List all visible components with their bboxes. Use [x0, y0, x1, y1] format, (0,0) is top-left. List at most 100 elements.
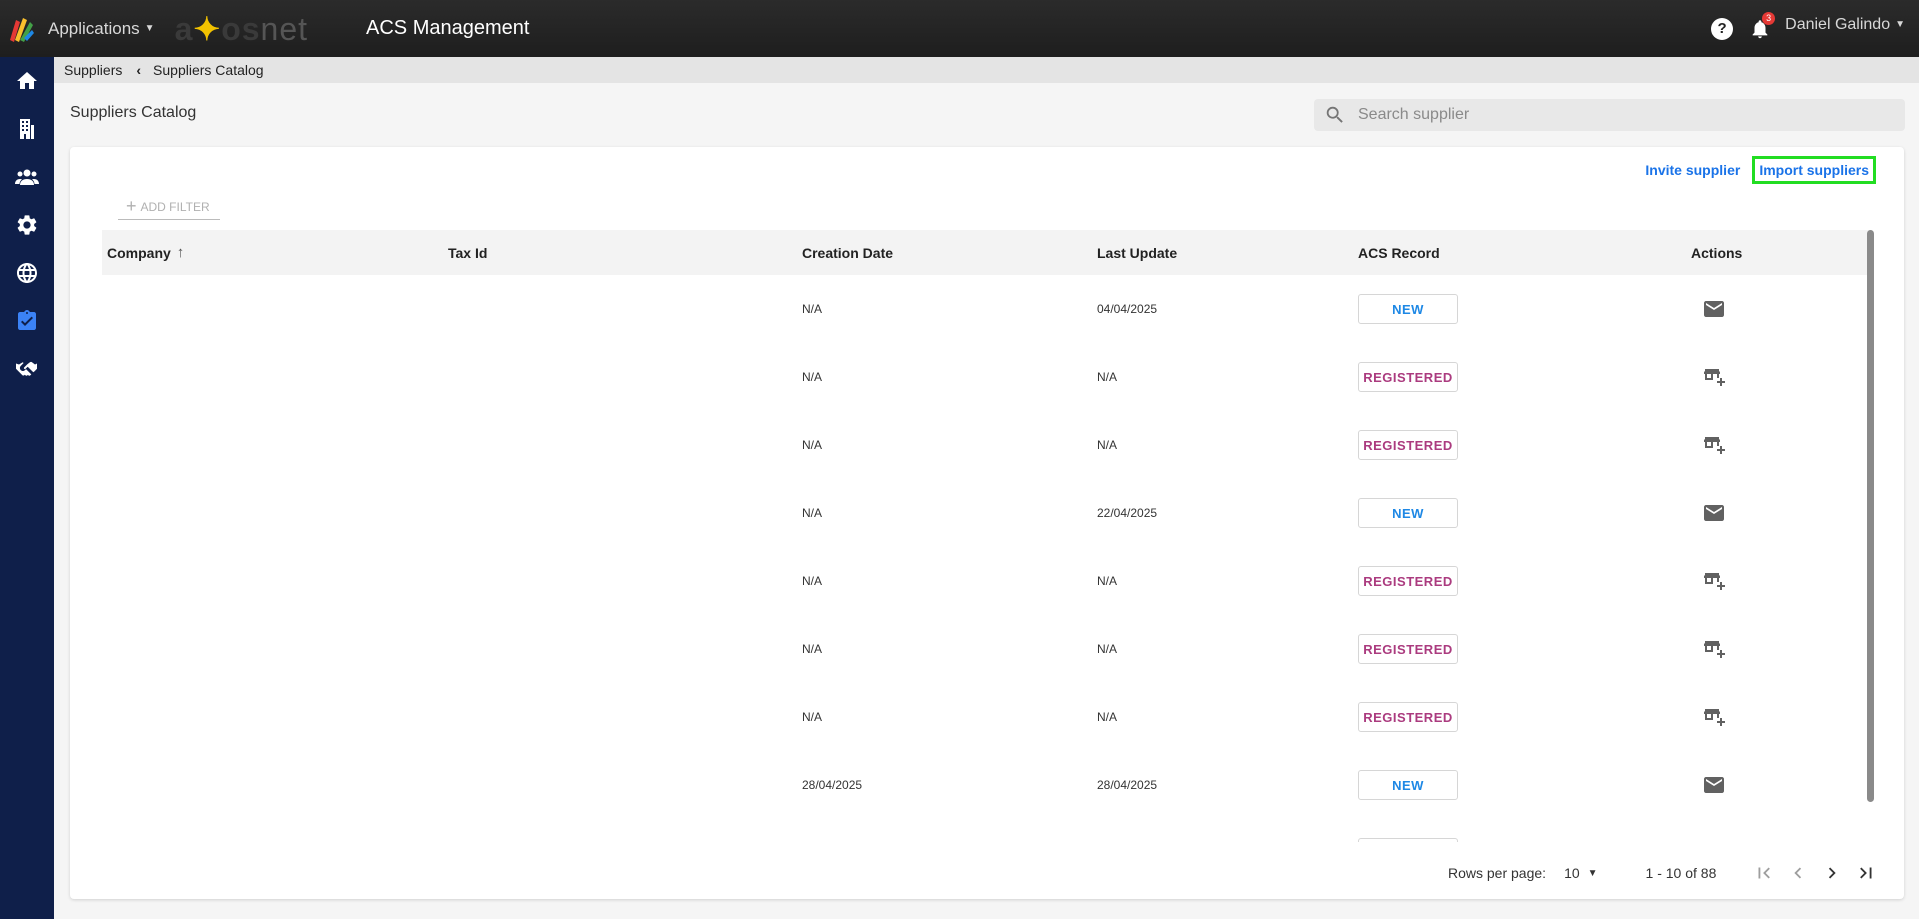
search-input[interactable]	[1358, 106, 1878, 124]
row-action-button[interactable]	[1702, 411, 1726, 479]
add-filter-button[interactable]: + ADD FILTER	[118, 194, 220, 220]
column-tax-id[interactable]: Tax Id	[448, 245, 487, 261]
import-suppliers-button[interactable]: Import suppliers	[1752, 156, 1876, 184]
app-logo-icon[interactable]	[6, 14, 36, 44]
previous-page-button[interactable]	[1786, 861, 1810, 885]
cell-creation-date: 12/12/2024	[802, 819, 862, 842]
sidebar-item-users[interactable]	[0, 153, 54, 201]
cell-last-update: 28/04/2025	[1097, 778, 1158, 792]
cell-creation-date: N/A	[802, 710, 823, 724]
help-icon[interactable]: ?	[1711, 17, 1734, 40]
column-company[interactable]: Company ↑	[107, 244, 184, 261]
invite-supplier-button[interactable]: Invite supplier	[1641, 157, 1744, 183]
cell-acs-record: REGISTERED	[1358, 343, 1458, 411]
table-body: N/A 04/04/2025 NEW N/A N/A REGISTERED N/A N/A RE…	[102, 275, 1872, 842]
cell-acs-record: NEW	[1358, 275, 1458, 343]
row-action-button[interactable]	[1702, 547, 1726, 615]
row-action-button[interactable]	[1702, 819, 1726, 842]
breadcrumb-parent[interactable]: Suppliers	[64, 62, 122, 78]
cell-creation-date: N/A	[802, 506, 823, 520]
table-row[interactable]: N/A N/A REGISTERED	[102, 615, 1872, 683]
clipboard-check-icon	[18, 310, 36, 330]
building-icon	[20, 119, 34, 139]
sidebar-item-global[interactable]	[0, 249, 54, 297]
status-badge: REGISTERED	[1358, 566, 1458, 596]
last-page-icon	[1860, 867, 1872, 879]
app-title: ACS Management	[366, 17, 530, 39]
sidebar-item-settings[interactable]	[0, 201, 54, 249]
cell-last-update: 22/04/2025	[1097, 506, 1158, 520]
sidebar-item-companies[interactable]	[0, 105, 54, 153]
sidebar-item-suppliers[interactable]	[0, 297, 54, 345]
search-icon	[1326, 106, 1343, 123]
cell-last-update: N/A	[1097, 710, 1118, 724]
cell-creation-date: 28/04/2025	[802, 778, 863, 792]
row-action-button[interactable]	[1702, 751, 1726, 819]
cell-creation-date: N/A	[802, 642, 823, 656]
sidebar-item-home[interactable]	[0, 57, 54, 105]
cell-last-update: N/A	[1097, 370, 1118, 384]
next-page-button[interactable]	[1820, 861, 1844, 885]
cell-last-update: N/A	[1097, 574, 1118, 588]
table-row[interactable]: N/A N/A REGISTERED	[102, 547, 1872, 615]
column-creation-date[interactable]: Creation Date	[802, 245, 893, 261]
notifications-button[interactable]: 3	[1749, 11, 1776, 40]
row-action-button[interactable]	[1702, 275, 1726, 343]
chevron-down-icon: ▼	[1587, 867, 1598, 879]
add-filter-label: ADD FILTER	[140, 199, 210, 214]
sidebar-item-partners[interactable]	[0, 345, 54, 393]
chevron-left-icon	[1794, 867, 1802, 879]
table-row[interactable]: 28/04/2025 28/04/2025 NEW	[102, 751, 1872, 819]
page-range: 1 - 10 of 88	[1645, 865, 1717, 881]
breadcrumb: Suppliers ‹ Suppliers Catalog	[54, 57, 1919, 83]
cell-last-update: N/A	[1097, 438, 1118, 452]
suppliers-card: Invite supplier Import suppliers + ADD F…	[70, 147, 1904, 899]
first-page-icon	[1758, 867, 1771, 879]
user-name: Daniel Galindo	[1785, 15, 1891, 33]
last-page-button[interactable]	[1854, 861, 1878, 885]
chevron-down-icon: ▼	[1895, 19, 1905, 30]
store-add-icon	[1704, 573, 1725, 590]
table-row[interactable]: N/A N/A REGISTERED	[102, 343, 1872, 411]
login-icon	[1702, 841, 1726, 842]
row-action-button[interactable]	[1702, 479, 1726, 547]
user-menu[interactable]: Daniel Galindo ▼	[1785, 16, 1905, 34]
cell-acs-record: PROGRESS	[1358, 819, 1458, 842]
store-add-icon	[1704, 437, 1725, 454]
table-scrollbar[interactable]	[1867, 230, 1874, 802]
suppliers-table: Company ↑ Tax Id Creation Date Last Upda…	[102, 230, 1872, 842]
table-row[interactable]: N/A 22/04/2025 NEW	[102, 479, 1872, 547]
rows-per-page-select[interactable]: 10 ▼	[1564, 865, 1597, 881]
table-row[interactable]: N/A N/A REGISTERED	[102, 683, 1872, 751]
status-badge: REGISTERED	[1358, 362, 1458, 392]
status-badge: NEW	[1358, 770, 1458, 800]
row-action-button[interactable]	[1702, 343, 1726, 411]
home-icon	[17, 72, 37, 89]
table-row[interactable]: 12/12/2024 12/12/2024 PROGRESS	[102, 819, 1872, 842]
rows-per-page-label: Rows per page:	[1448, 865, 1547, 881]
cell-last-update: N/A	[1097, 642, 1118, 656]
first-page-button[interactable]	[1752, 861, 1776, 885]
brand-logo: a✦osnet	[174, 10, 309, 47]
status-badge: NEW	[1358, 294, 1458, 324]
column-last-update[interactable]: Last Update	[1097, 245, 1177, 261]
cell-last-update: 12/12/2024	[1097, 819, 1157, 842]
cell-acs-record: NEW	[1358, 479, 1458, 547]
table-row[interactable]: N/A N/A REGISTERED	[102, 411, 1872, 479]
breadcrumb-current: Suppliers Catalog	[153, 62, 264, 78]
table-header: Company ↑ Tax Id Creation Date Last Upda…	[102, 230, 1872, 275]
cell-creation-date: N/A	[802, 302, 823, 316]
status-badge: REGISTERED	[1358, 702, 1458, 732]
applications-menu[interactable]: Applications ▼	[48, 19, 155, 39]
mail-icon	[1704, 777, 1724, 793]
table-row[interactable]: N/A 04/04/2025 NEW	[102, 275, 1872, 343]
search-bar	[1314, 99, 1905, 131]
cell-creation-date: N/A	[802, 574, 823, 588]
cell-acs-record: REGISTERED	[1358, 411, 1458, 479]
column-acs-record[interactable]: ACS Record	[1358, 245, 1440, 261]
status-badge: PROGRESS	[1358, 838, 1458, 842]
chevron-left-icon[interactable]: ‹	[136, 62, 141, 78]
row-action-button[interactable]	[1702, 683, 1726, 751]
row-action-button[interactable]	[1702, 615, 1726, 683]
chevron-right-icon	[1829, 867, 1837, 879]
